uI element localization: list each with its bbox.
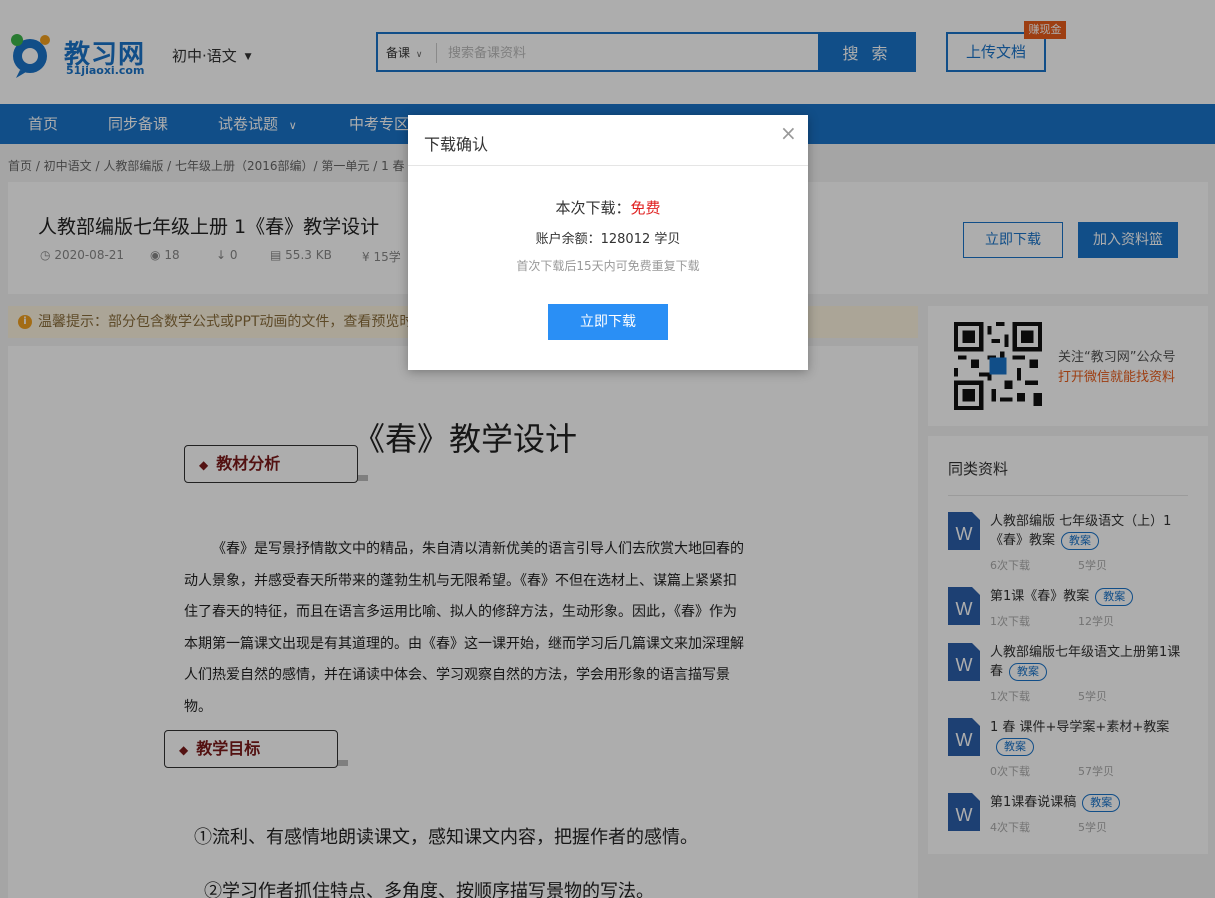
account-balance: 账户余额：128012 学贝 [535, 232, 681, 247]
dialog-title: 下载确认 [424, 135, 489, 154]
download-cost-label: 本次下载： [555, 199, 631, 217]
confirm-download-button[interactable]: 立即下载 [548, 304, 668, 340]
redownload-note: 首次下载后15天内可免费重复下载 [516, 259, 700, 273]
close-icon[interactable]: × [780, 123, 797, 143]
download-confirm-dialog: 下载确认 × 本次下载：免费 账户余额：128012 学贝 首次下载后15天内可… [408, 115, 808, 370]
download-cost: 本次下载：免费 [408, 197, 808, 218]
divider [408, 165, 808, 166]
download-cost-value: 免费 [630, 199, 661, 217]
